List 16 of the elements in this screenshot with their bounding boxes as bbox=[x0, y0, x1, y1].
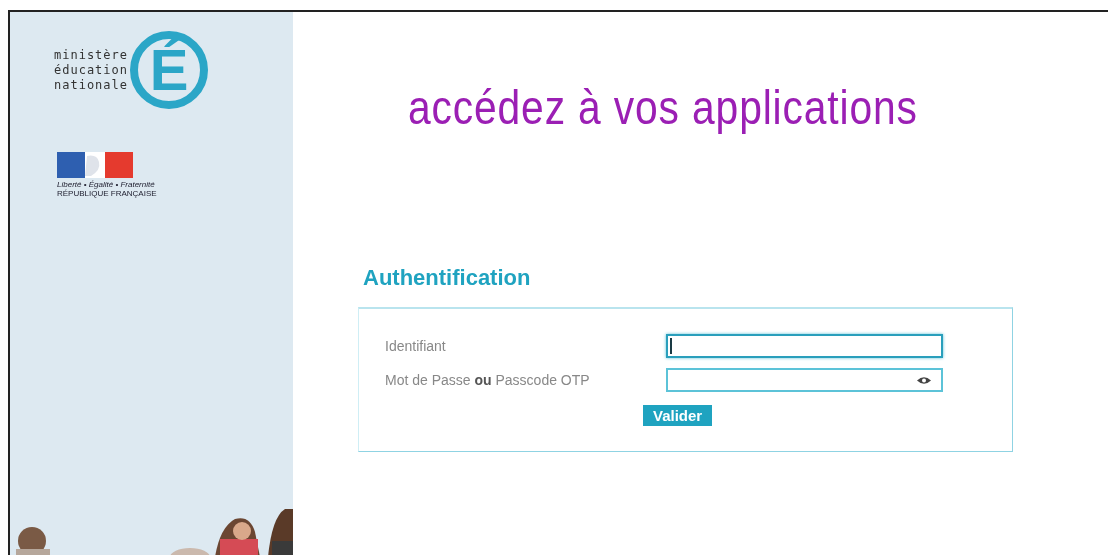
text-cursor bbox=[670, 338, 672, 354]
logo-text: ministère bbox=[54, 47, 129, 63]
field-label: Identifiant bbox=[385, 338, 447, 354]
eye-icon[interactable] bbox=[917, 375, 931, 385]
logo-ring: É bbox=[130, 31, 209, 109]
motto-text: Liberté • Égalité • Fraternité bbox=[57, 180, 155, 189]
password-field[interactable] bbox=[666, 368, 943, 392]
page-headline: accédez à vos applications bbox=[408, 80, 919, 135]
form-title: Authentification bbox=[363, 265, 532, 291]
submit-button[interactable]: Valider bbox=[643, 405, 713, 426]
field-label: Mot de Passe ou Passcode OTP bbox=[385, 372, 591, 388]
logo-text: éducation bbox=[54, 62, 129, 78]
logo-text: nationale bbox=[54, 77, 129, 93]
input-field[interactable] bbox=[666, 334, 943, 358]
republic-text: RÉPUBLIQUE FRANÇAISE bbox=[57, 189, 157, 198]
flag-icon bbox=[57, 152, 133, 178]
